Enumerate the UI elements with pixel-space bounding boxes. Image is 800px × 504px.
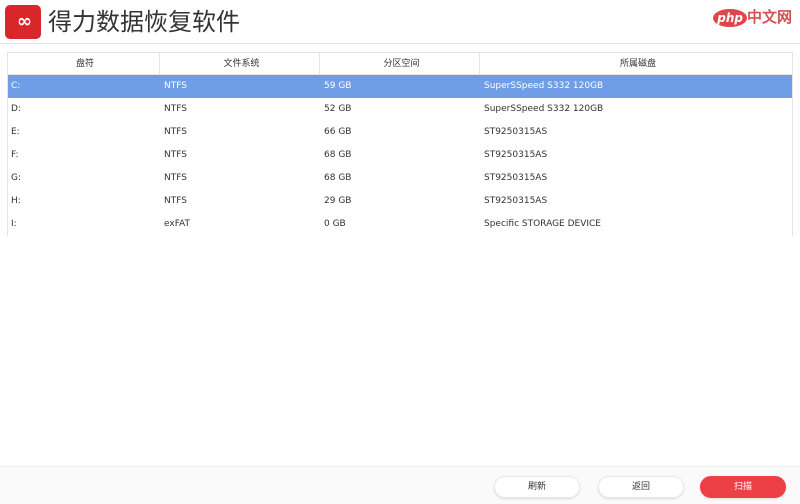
- cell-size: 52 GB: [324, 104, 352, 114]
- table-row[interactable]: G: NTFS 68 GB ST9250315AS: [8, 167, 792, 190]
- partition-table: 盘符 文件系统 分区空间 所属磁盘 C: NTFS 59 GB SuperSSpeed…: [7, 52, 793, 236]
- cell-disk: ST9250315AS: [484, 127, 548, 137]
- cell-filesystem: NTFS: [164, 196, 187, 206]
- cell-size: 29 GB: [324, 196, 352, 206]
- cell-drive: G:: [11, 173, 22, 183]
- back-button[interactable]: 返回: [598, 476, 684, 498]
- cell-drive: H:: [11, 196, 21, 206]
- cell-filesystem: exFAT: [164, 219, 191, 229]
- cell-size: 0 GB: [324, 219, 346, 229]
- cell-size: 59 GB: [324, 81, 352, 91]
- table-row[interactable]: D: NTFS 52 GB SuperSSpeed S332 120GB: [8, 98, 792, 121]
- cell-filesystem: NTFS: [164, 127, 187, 137]
- table-row[interactable]: I: exFAT 0 GB Specific STORAGE DEVICE: [8, 213, 792, 236]
- cell-filesystem: NTFS: [164, 81, 187, 91]
- cell-drive: D:: [11, 104, 21, 114]
- infinity-icon: ∞: [17, 11, 32, 32]
- cell-size: 68 GB: [324, 173, 352, 183]
- cell-drive: F:: [11, 150, 19, 160]
- watermark: php 中文网: [713, 6, 792, 27]
- app-title: 得力数据恢复软件: [48, 8, 240, 36]
- app-logo: ∞: [5, 5, 41, 39]
- header-drive[interactable]: 盘符: [8, 53, 160, 74]
- cell-disk: Specific STORAGE DEVICE: [484, 219, 601, 229]
- header-size[interactable]: 分区空间: [320, 53, 480, 74]
- table-row[interactable]: H: NTFS 29 GB ST9250315AS: [8, 190, 792, 213]
- cell-disk: ST9250315AS: [484, 196, 548, 206]
- refresh-button[interactable]: 刷新: [494, 476, 580, 498]
- cell-disk: SuperSSpeed S332 120GB: [484, 81, 604, 91]
- cell-filesystem: NTFS: [164, 150, 187, 160]
- header-filesystem[interactable]: 文件系统: [160, 53, 320, 74]
- cell-disk: ST9250315AS: [484, 173, 548, 183]
- cell-size: 66 GB: [324, 127, 352, 137]
- cell-drive: E:: [11, 127, 20, 137]
- cell-size: 68 GB: [324, 150, 352, 160]
- cell-drive: I:: [11, 219, 17, 229]
- title-bar: ∞ 得力数据恢复软件 php 中文网: [0, 0, 800, 44]
- table-row[interactable]: F: NTFS 68 GB ST9250315AS: [8, 144, 792, 167]
- footer-bar: 刷新 返回 扫描: [0, 466, 800, 504]
- table-row[interactable]: C: NTFS 59 GB SuperSSpeed S332 120GB: [8, 75, 792, 98]
- scan-button[interactable]: 扫描: [700, 476, 786, 498]
- cell-filesystem: NTFS: [164, 173, 187, 183]
- cell-drive: C:: [11, 81, 21, 91]
- cell-filesystem: NTFS: [164, 104, 187, 114]
- table-header: 盘符 文件系统 分区空间 所属磁盘: [8, 53, 792, 75]
- cell-disk: ST9250315AS: [484, 150, 548, 160]
- header-disk[interactable]: 所属磁盘: [480, 53, 792, 74]
- cell-disk: SuperSSpeed S332 120GB: [484, 104, 604, 114]
- table-row[interactable]: E: NTFS 66 GB ST9250315AS: [8, 121, 792, 144]
